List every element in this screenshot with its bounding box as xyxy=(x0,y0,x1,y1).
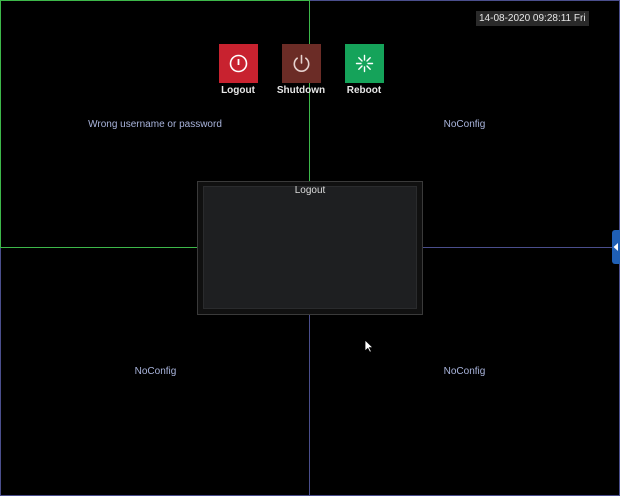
tile-status-text: NoConfig xyxy=(134,366,177,377)
tile-status-text: NoConfig xyxy=(443,366,486,377)
reboot-action[interactable]: Reboot xyxy=(334,44,394,96)
tile-status-text: Wrong username or password xyxy=(88,119,222,130)
reboot-button[interactable] xyxy=(344,44,384,83)
tile-status-text: NoConfig xyxy=(443,119,486,130)
logout-dialog: Logout xyxy=(197,181,423,315)
mouse-cursor-icon xyxy=(364,339,374,353)
logout-action[interactable]: Logout xyxy=(208,44,268,96)
shutdown-action[interactable]: Shutdown xyxy=(271,44,331,96)
dialog-body xyxy=(203,186,417,309)
dialog-title: Logout xyxy=(294,185,326,196)
logout-label: Logout xyxy=(221,85,255,96)
power-icon xyxy=(293,54,309,72)
reboot-label: Reboot xyxy=(346,85,382,96)
chevron-left-icon xyxy=(613,243,618,251)
logout-button[interactable] xyxy=(218,44,258,83)
datetime-display: 14-08-2020 09:28:11 Fri xyxy=(476,11,589,26)
screen: Wrong username or password NoConfig NoCo… xyxy=(0,0,620,496)
shutdown-label: Shutdown xyxy=(276,85,326,96)
side-panel-toggle[interactable] xyxy=(612,230,620,264)
reboot-spinner-icon xyxy=(355,54,373,73)
power-circle-icon xyxy=(229,54,247,73)
shutdown-button[interactable] xyxy=(281,44,321,83)
